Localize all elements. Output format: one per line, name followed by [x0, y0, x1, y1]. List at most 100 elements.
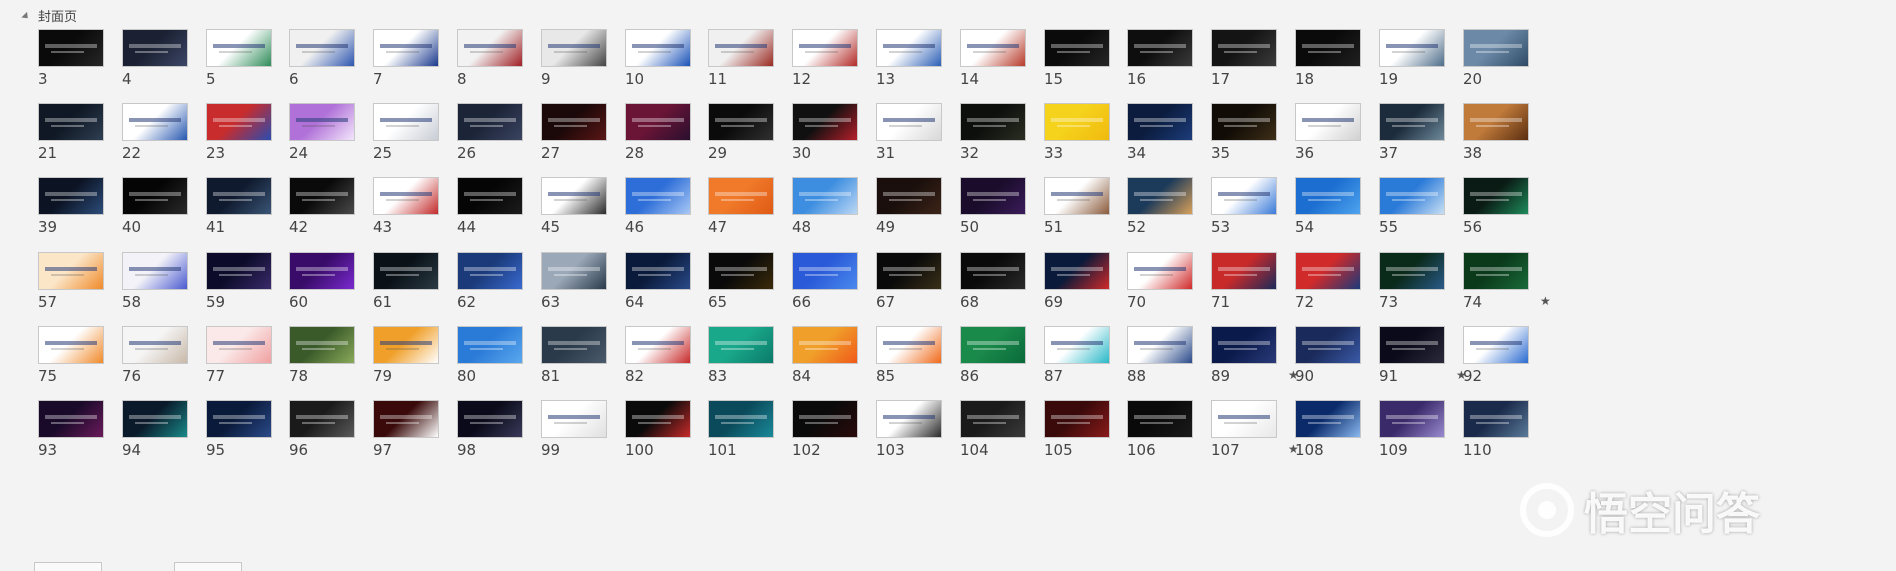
slide-thumbnail-image[interactable] [625, 326, 691, 364]
slide-thumbnail-image[interactable] [541, 326, 607, 364]
slide-thumbnail-image[interactable] [1379, 29, 1445, 67]
slide-thumbnail-image[interactable] [206, 103, 272, 141]
slide-thumbnail-image[interactable] [206, 326, 272, 364]
slide-thumbnail-image[interactable] [541, 103, 607, 141]
slide-thumbnail-image[interactable] [122, 400, 188, 438]
slide-thumbnail-image[interactable] [1211, 177, 1277, 215]
slide-thumbnail-image[interactable] [876, 252, 942, 290]
slide-thumbnail-image[interactable] [792, 103, 858, 141]
slide-thumbnail-image[interactable] [708, 29, 774, 67]
slide-thumbnail-image[interactable] [1463, 177, 1529, 215]
slide-thumbnail-image[interactable] [708, 103, 774, 141]
slide-thumbnail-image[interactable] [1295, 177, 1361, 215]
slide-thumbnail-image[interactable] [708, 252, 774, 290]
slide-thumbnail-image[interactable] [38, 103, 104, 141]
slide-thumbnail-image[interactable] [1379, 400, 1445, 438]
slide-thumbnail-image[interactable] [876, 400, 942, 438]
slide-thumbnail-image[interactable] [541, 400, 607, 438]
slide-thumbnail-image[interactable] [38, 29, 104, 67]
slide-thumbnail-image[interactable] [1044, 177, 1110, 215]
slide-thumbnail-image[interactable] [289, 103, 355, 141]
slide-thumbnail-image[interactable] [1379, 103, 1445, 141]
slide-thumbnail-image[interactable] [1463, 103, 1529, 141]
slide-thumbnail-image[interactable] [1127, 177, 1193, 215]
slide-thumbnail-image[interactable] [206, 177, 272, 215]
slide-thumbnail-image[interactable] [289, 326, 355, 364]
slide-thumbnail-image[interactable] [1463, 252, 1529, 290]
slide-thumbnail-image[interactable] [1127, 103, 1193, 141]
slide-thumbnail-image[interactable] [373, 252, 439, 290]
slide-thumbnail-image[interactable] [1295, 400, 1361, 438]
slide-thumbnail-image[interactable] [960, 400, 1026, 438]
slide-thumbnail-image[interactable] [1127, 29, 1193, 67]
slide-thumbnail-image[interactable] [289, 177, 355, 215]
slide-thumbnail-image[interactable] [289, 400, 355, 438]
slide-thumbnail-image[interactable] [708, 400, 774, 438]
slide-thumbnail-image[interactable] [625, 400, 691, 438]
slide-thumbnail-image[interactable] [373, 103, 439, 141]
slide-thumbnail-image[interactable] [1463, 400, 1529, 438]
slide-thumbnail-image[interactable] [122, 29, 188, 67]
slide-thumbnail-image[interactable] [38, 400, 104, 438]
slide-thumbnail-image[interactable] [1211, 29, 1277, 67]
slide-thumbnail-image[interactable] [1379, 252, 1445, 290]
slide-thumbnail-image[interactable] [1127, 326, 1193, 364]
slide-thumbnail-image[interactable] [1211, 252, 1277, 290]
slide-thumbnail-image[interactable] [1044, 400, 1110, 438]
slide-thumbnail-image[interactable] [457, 400, 523, 438]
slide-thumbnail-image[interactable] [541, 177, 607, 215]
slide-thumbnail-image[interactable] [960, 29, 1026, 67]
slide-thumbnail-image[interactable] [1127, 252, 1193, 290]
slide-thumbnail-image[interactable] [1295, 103, 1361, 141]
slide-thumbnail-image[interactable] [876, 177, 942, 215]
slide-thumbnail-image[interactable] [38, 326, 104, 364]
slide-thumbnail-image[interactable] [792, 400, 858, 438]
slide-thumbnail-image[interactable] [122, 177, 188, 215]
slide-thumbnail-image[interactable] [792, 326, 858, 364]
slide-thumbnail-image[interactable] [708, 177, 774, 215]
slide-thumbnail-image[interactable] [457, 29, 523, 67]
star-icon[interactable]: ★ [1540, 294, 1551, 308]
slide-thumbnail-image[interactable] [1044, 103, 1110, 141]
slide-thumbnail-item[interactable]: 56 [1462, 177, 1562, 249]
slide-thumbnail-image[interactable] [708, 326, 774, 364]
slide-thumbnail-image[interactable] [1463, 29, 1529, 67]
slide-thumbnail-image[interactable] [1295, 326, 1361, 364]
slide-thumbnail-image[interactable] [625, 103, 691, 141]
slide-thumbnail-item[interactable]: 92 [1462, 326, 1562, 398]
slide-thumbnail-image[interactable] [206, 29, 272, 67]
slide-thumbnail-image[interactable] [960, 177, 1026, 215]
slide-thumbnail-image[interactable] [1211, 400, 1277, 438]
slide-thumbnail-image[interactable] [122, 326, 188, 364]
slide-thumbnail-image[interactable] [1379, 177, 1445, 215]
slide-thumbnail-item[interactable]: 110 [1462, 400, 1562, 472]
slide-thumbnail-image[interactable] [876, 326, 942, 364]
slide-thumbnail-image[interactable] [541, 29, 607, 67]
slide-thumbnail-image[interactable] [1295, 252, 1361, 290]
slide-thumbnail-image[interactable] [373, 177, 439, 215]
slide-thumbnail-image[interactable] [289, 252, 355, 290]
slide-thumbnail-image[interactable] [1463, 326, 1529, 364]
slide-thumbnail-image[interactable] [1044, 29, 1110, 67]
slide-thumbnail-image[interactable] [122, 252, 188, 290]
slide-thumbnail-image[interactable] [1044, 252, 1110, 290]
slide-thumbnail-image[interactable] [1211, 103, 1277, 141]
slide-thumbnail-image[interactable] [38, 177, 104, 215]
slide-thumbnail-image[interactable] [625, 177, 691, 215]
slide-thumbnail-image[interactable] [876, 29, 942, 67]
slide-thumbnail-image[interactable] [122, 103, 188, 141]
slide-thumbnail-image[interactable] [792, 252, 858, 290]
slide-thumbnail-image[interactable] [38, 252, 104, 290]
slide-thumbnail-image[interactable] [1295, 29, 1361, 67]
slide-thumbnail-image[interactable] [373, 326, 439, 364]
slide-thumbnail-image[interactable] [960, 252, 1026, 290]
slide-thumbnail-image[interactable] [1211, 326, 1277, 364]
slide-thumbnail-image[interactable] [792, 177, 858, 215]
slide-thumbnail-image[interactable] [289, 29, 355, 67]
slide-thumbnail-image[interactable] [1044, 326, 1110, 364]
slide-thumbnail-item[interactable]: 38 [1462, 103, 1562, 175]
slide-thumbnail-image[interactable] [960, 326, 1026, 364]
slide-thumbnail-item[interactable]: 20 [1462, 29, 1562, 101]
slide-thumbnail-image[interactable] [457, 103, 523, 141]
slide-thumbnail-image[interactable] [792, 29, 858, 67]
